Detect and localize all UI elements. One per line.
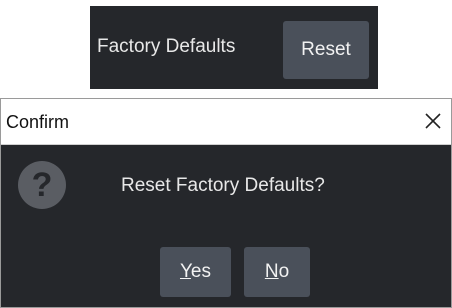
close-icon	[425, 113, 441, 129]
factory-defaults-row: Factory Defaults Reset	[90, 6, 378, 89]
yes-label: es	[190, 261, 211, 282]
dialog-titlebar: Confirm	[1, 99, 451, 145]
confirm-dialog: Confirm ? Reset Factory Defaults? Yes No	[0, 98, 452, 308]
dialog-title: Confirm	[6, 112, 70, 132]
dialog-message: Reset Factory Defaults?	[121, 175, 325, 196]
yes-mnemonic: Y	[179, 261, 191, 282]
no-mnemonic: N	[264, 261, 279, 282]
yes-button[interactable]: Yes	[160, 247, 231, 297]
no-button[interactable]: No	[244, 247, 310, 297]
screen: Factory Defaults Reset Confirm ? Reset F…	[0, 0, 452, 308]
close-button[interactable]	[417, 105, 449, 137]
question-glyph: ?	[31, 166, 53, 204]
reset-button[interactable]: Reset	[283, 21, 369, 79]
question-icon: ?	[18, 161, 66, 209]
no-label: o	[278, 261, 290, 282]
factory-defaults-label: Factory Defaults	[97, 36, 236, 57]
